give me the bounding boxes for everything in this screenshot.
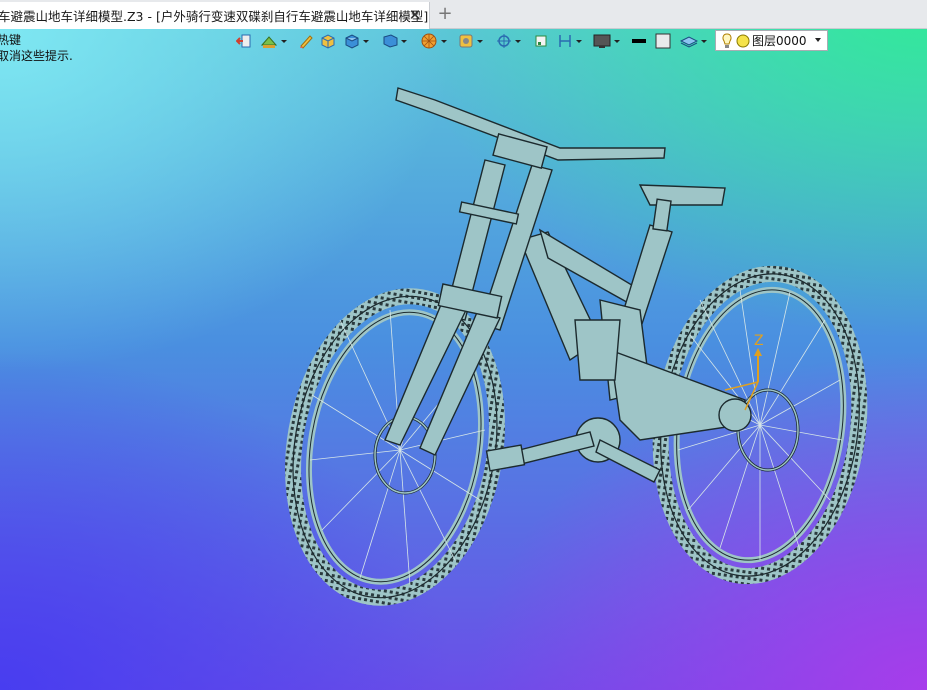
render-sphere-icon[interactable]: [420, 31, 447, 51]
layer-color-icon: [736, 34, 750, 48]
lightbulb-icon: [721, 32, 733, 49]
chevron-down-icon[interactable]: [815, 38, 821, 42]
view-filter-icon[interactable]: [260, 31, 287, 51]
cube-view-icon[interactable]: [344, 31, 369, 51]
layer-name: 图层0000: [752, 34, 807, 48]
bike-model[interactable]: Z: [0, 0, 927, 690]
view-toolbar: 图层0000: [232, 30, 832, 52]
close-icon[interactable]: ✕: [407, 7, 423, 23]
frame-icon[interactable]: [533, 31, 549, 51]
pivot-icon[interactable]: [496, 31, 521, 51]
hint-overlay: 热键 取消这些提示.: [0, 33, 73, 64]
new-tab-button[interactable]: +: [437, 4, 453, 24]
line-color-icon[interactable]: [631, 31, 647, 51]
handlebar: [395, 87, 666, 169]
display-mode-icon[interactable]: [382, 31, 407, 51]
axis-z-label: Z: [754, 333, 764, 349]
monitor-icon[interactable]: [593, 31, 620, 51]
orient-icon[interactable]: [458, 31, 483, 51]
document-tab[interactable]: 车避震山地车详细模型.Z3 - [户外骑行变速双碟刹自行车避震山地车详细模型] …: [0, 2, 430, 29]
snap-icon[interactable]: [557, 31, 582, 51]
reset-view-icon[interactable]: [236, 31, 252, 51]
hint-line-hotkeys: 热键: [0, 33, 22, 47]
layer-select[interactable]: 图层0000: [715, 30, 828, 51]
3d-viewport[interactable]: Z: [0, 0, 927, 690]
fill-color-icon[interactable]: [655, 31, 671, 51]
edit-pencil-icon[interactable]: [298, 31, 314, 51]
shaded-cube-icon[interactable]: [320, 31, 336, 51]
front-fork: [384, 159, 553, 456]
hint-line-dismiss: 取消这些提示.: [0, 48, 73, 63]
tab-bar: 车避震山地车详细模型.Z3 - [户外骑行变速双碟刹自行车避震山地车详细模型] …: [0, 0, 927, 29]
document-tab-title: 车避震山地车详细模型.Z3 - [户外骑行变速双碟刹自行车避震山地车详细模型]: [0, 9, 429, 24]
layers-stack-icon[interactable]: [680, 31, 707, 51]
